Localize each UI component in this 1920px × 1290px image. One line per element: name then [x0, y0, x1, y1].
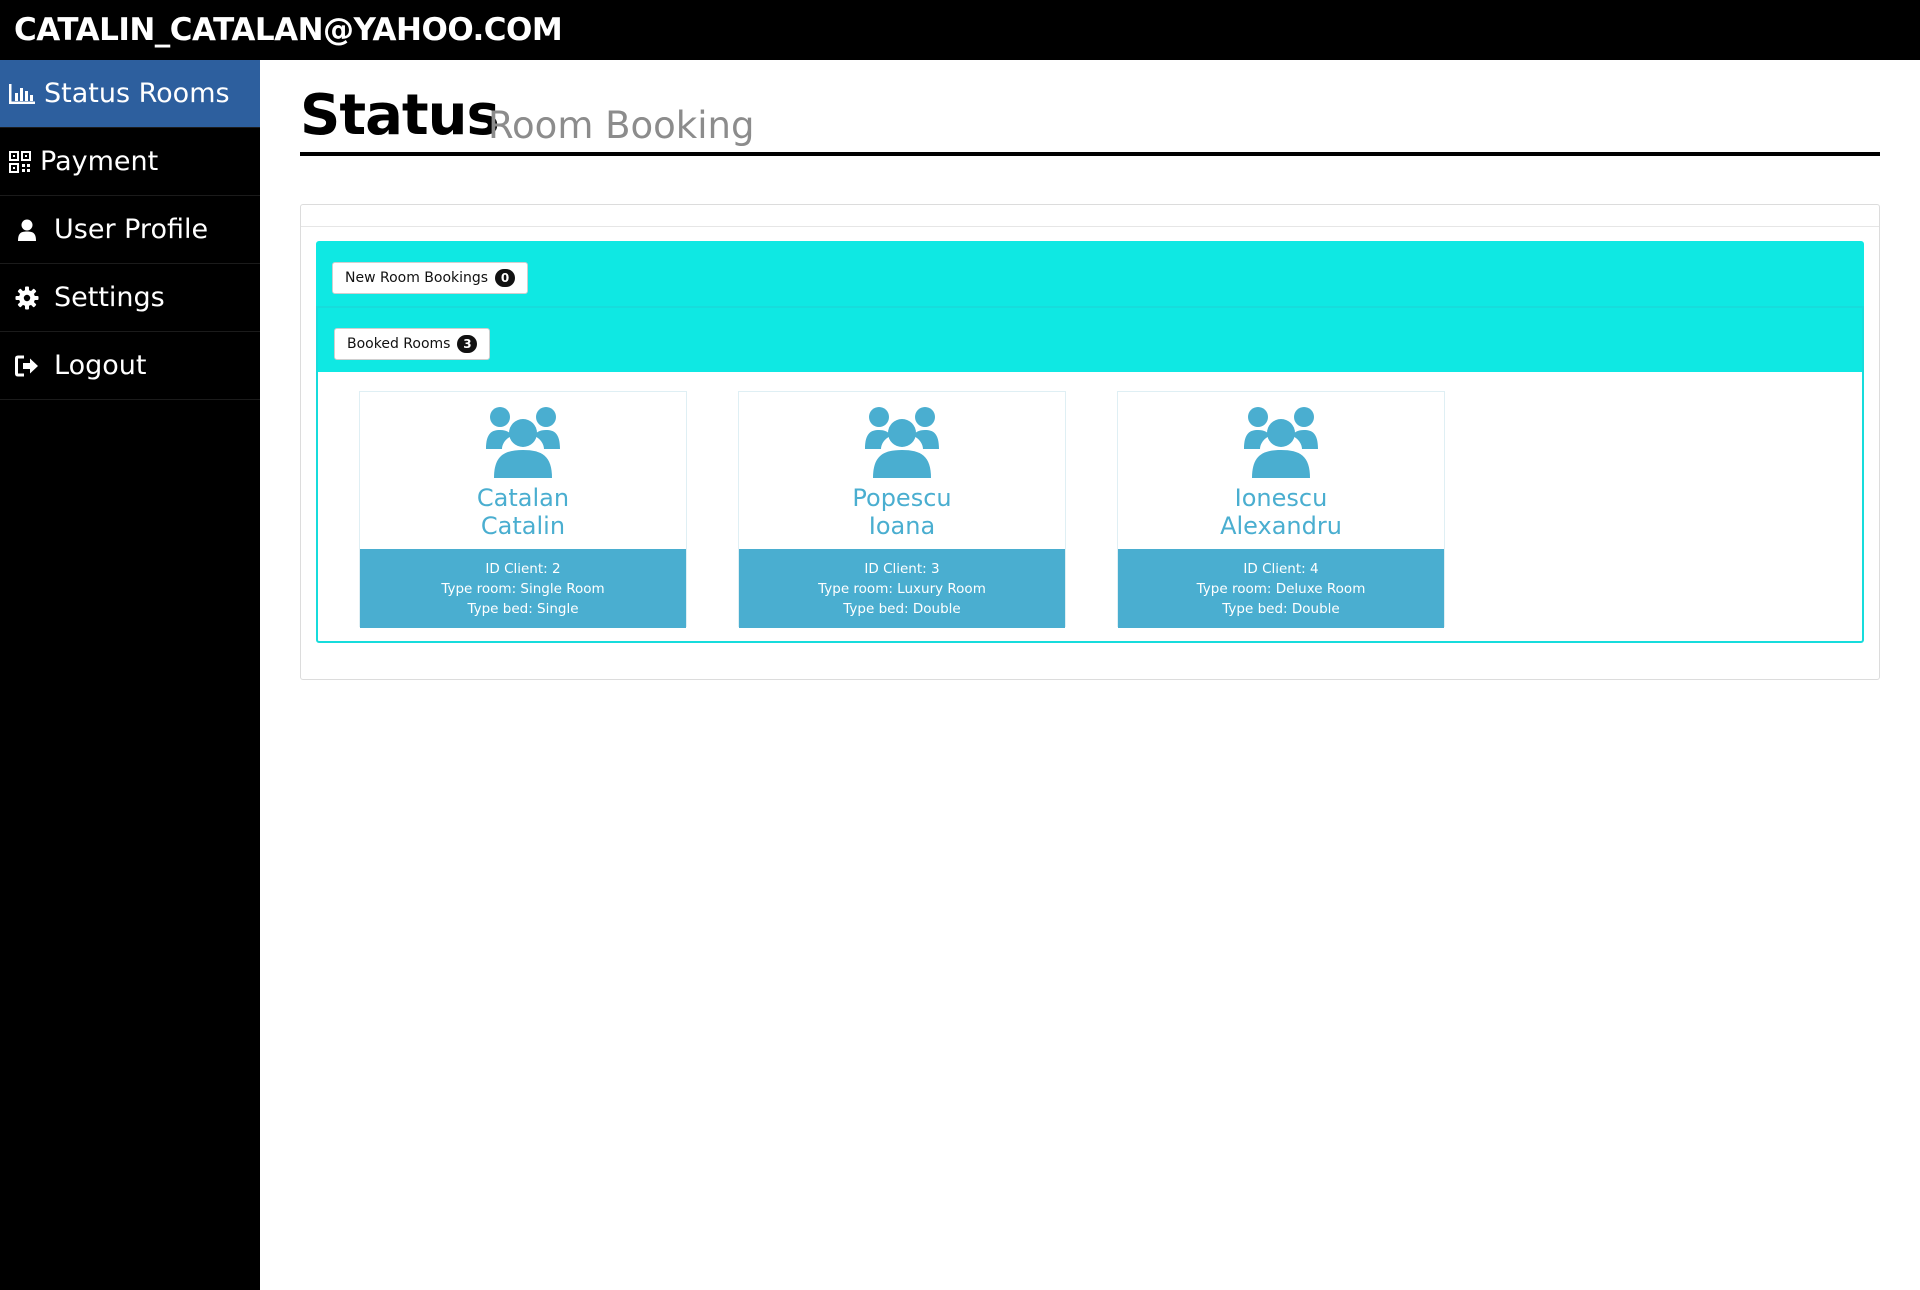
- new-bookings-header: New Room Bookings 0: [316, 241, 1864, 307]
- bed-type: Type bed: Double: [1222, 601, 1340, 617]
- room-card[interactable]: Catalan Catalin ID Client: 2 Type room: …: [359, 391, 687, 628]
- room-details: ID Client: 3 Type room: Luxury Room Type…: [739, 549, 1065, 628]
- bed-type: Type bed: Single: [467, 601, 579, 617]
- client-last-name: Ioana: [868, 512, 936, 540]
- sidebar-item-label: Payment: [40, 145, 159, 177]
- new-room-bookings-badge: 0: [495, 269, 516, 287]
- booked-rooms-button[interactable]: Booked Rooms 3: [334, 328, 491, 360]
- bed-type: Type bed: Double: [843, 601, 961, 617]
- sidebar-item-user-profile[interactable]: User Profile: [0, 196, 260, 264]
- bookings-panel: New Room Bookings 0 Booked Rooms 3 Catal…: [316, 241, 1864, 643]
- sidebar-item-label: Settings: [54, 281, 165, 313]
- sidebar-item-label: Status Rooms: [44, 77, 230, 109]
- gear-icon: [0, 286, 54, 310]
- sidebar-item-settings[interactable]: Settings: [0, 264, 260, 332]
- bar-chart-icon: [0, 83, 44, 105]
- users-icon: [863, 406, 941, 482]
- outer-panel-header: [301, 205, 1879, 227]
- new-room-bookings-label: New Room Bookings: [345, 270, 489, 286]
- users-icon: [1242, 406, 1320, 482]
- client-name: Popescu Ioana: [739, 484, 1065, 540]
- room-card[interactable]: Ionescu Alexandru ID Client: 4 Type room…: [1117, 391, 1445, 628]
- sidebar-item-payment[interactable]: Payment: [0, 128, 260, 196]
- booked-rooms-panel: Booked Rooms 3 Catalan Catalin ID Client…: [316, 306, 1864, 643]
- room-type: Type room: Luxury Room: [818, 581, 986, 597]
- room-details: ID Client: 4 Type room: Deluxe Room Type…: [1118, 549, 1444, 628]
- outer-panel: New Room Bookings 0 Booked Rooms 3 Catal…: [300, 204, 1880, 680]
- sidebar-item-label: Logout: [54, 349, 147, 381]
- client-first-name: Ionescu: [1234, 484, 1328, 512]
- booked-rooms-badge: 3: [457, 335, 478, 353]
- client-name: Catalan Catalin: [360, 484, 686, 540]
- booked-rooms-label: Booked Rooms: [347, 336, 451, 352]
- client-first-name: Catalan: [476, 484, 570, 512]
- users-icon: [484, 406, 562, 482]
- booked-rooms-header: Booked Rooms 3: [318, 308, 1862, 372]
- sidebar-item-logout[interactable]: Logout: [0, 332, 260, 400]
- page-subtitle: Room Booking: [488, 104, 755, 147]
- client-id: ID Client: 3: [864, 561, 940, 577]
- sidebar-item-status-rooms[interactable]: Status Rooms: [0, 60, 260, 128]
- client-id: ID Client: 2: [485, 561, 561, 577]
- client-first-name: Popescu: [852, 484, 952, 512]
- sidebar-item-label: User Profile: [54, 213, 209, 245]
- client-last-name: Catalin: [480, 512, 566, 540]
- room-details: ID Client: 2 Type room: Single Room Type…: [360, 549, 686, 628]
- sidebar: Status Rooms Payment User Profile Settin…: [0, 60, 260, 1290]
- client-id: ID Client: 4: [1243, 561, 1319, 577]
- top-bar: CATALIN_CATALAN@YAHOO.COM: [0, 0, 1920, 60]
- client-name: Ionescu Alexandru: [1118, 484, 1444, 540]
- room-type: Type room: Single Room: [441, 581, 605, 597]
- room-type: Type room: Deluxe Room: [1196, 581, 1366, 597]
- qr-code-icon: [0, 150, 40, 173]
- new-room-bookings-button[interactable]: New Room Bookings 0: [332, 262, 529, 294]
- page-header: Status Room Booking: [300, 80, 1880, 156]
- client-last-name: Alexandru: [1220, 512, 1342, 540]
- user-email[interactable]: CATALIN_CATALAN@YAHOO.COM: [14, 10, 563, 50]
- page-title: Status: [300, 83, 500, 148]
- room-card[interactable]: Popescu Ioana ID Client: 3 Type room: Lu…: [738, 391, 1066, 628]
- user-icon: [0, 219, 54, 241]
- sign-out-icon: [0, 355, 54, 377]
